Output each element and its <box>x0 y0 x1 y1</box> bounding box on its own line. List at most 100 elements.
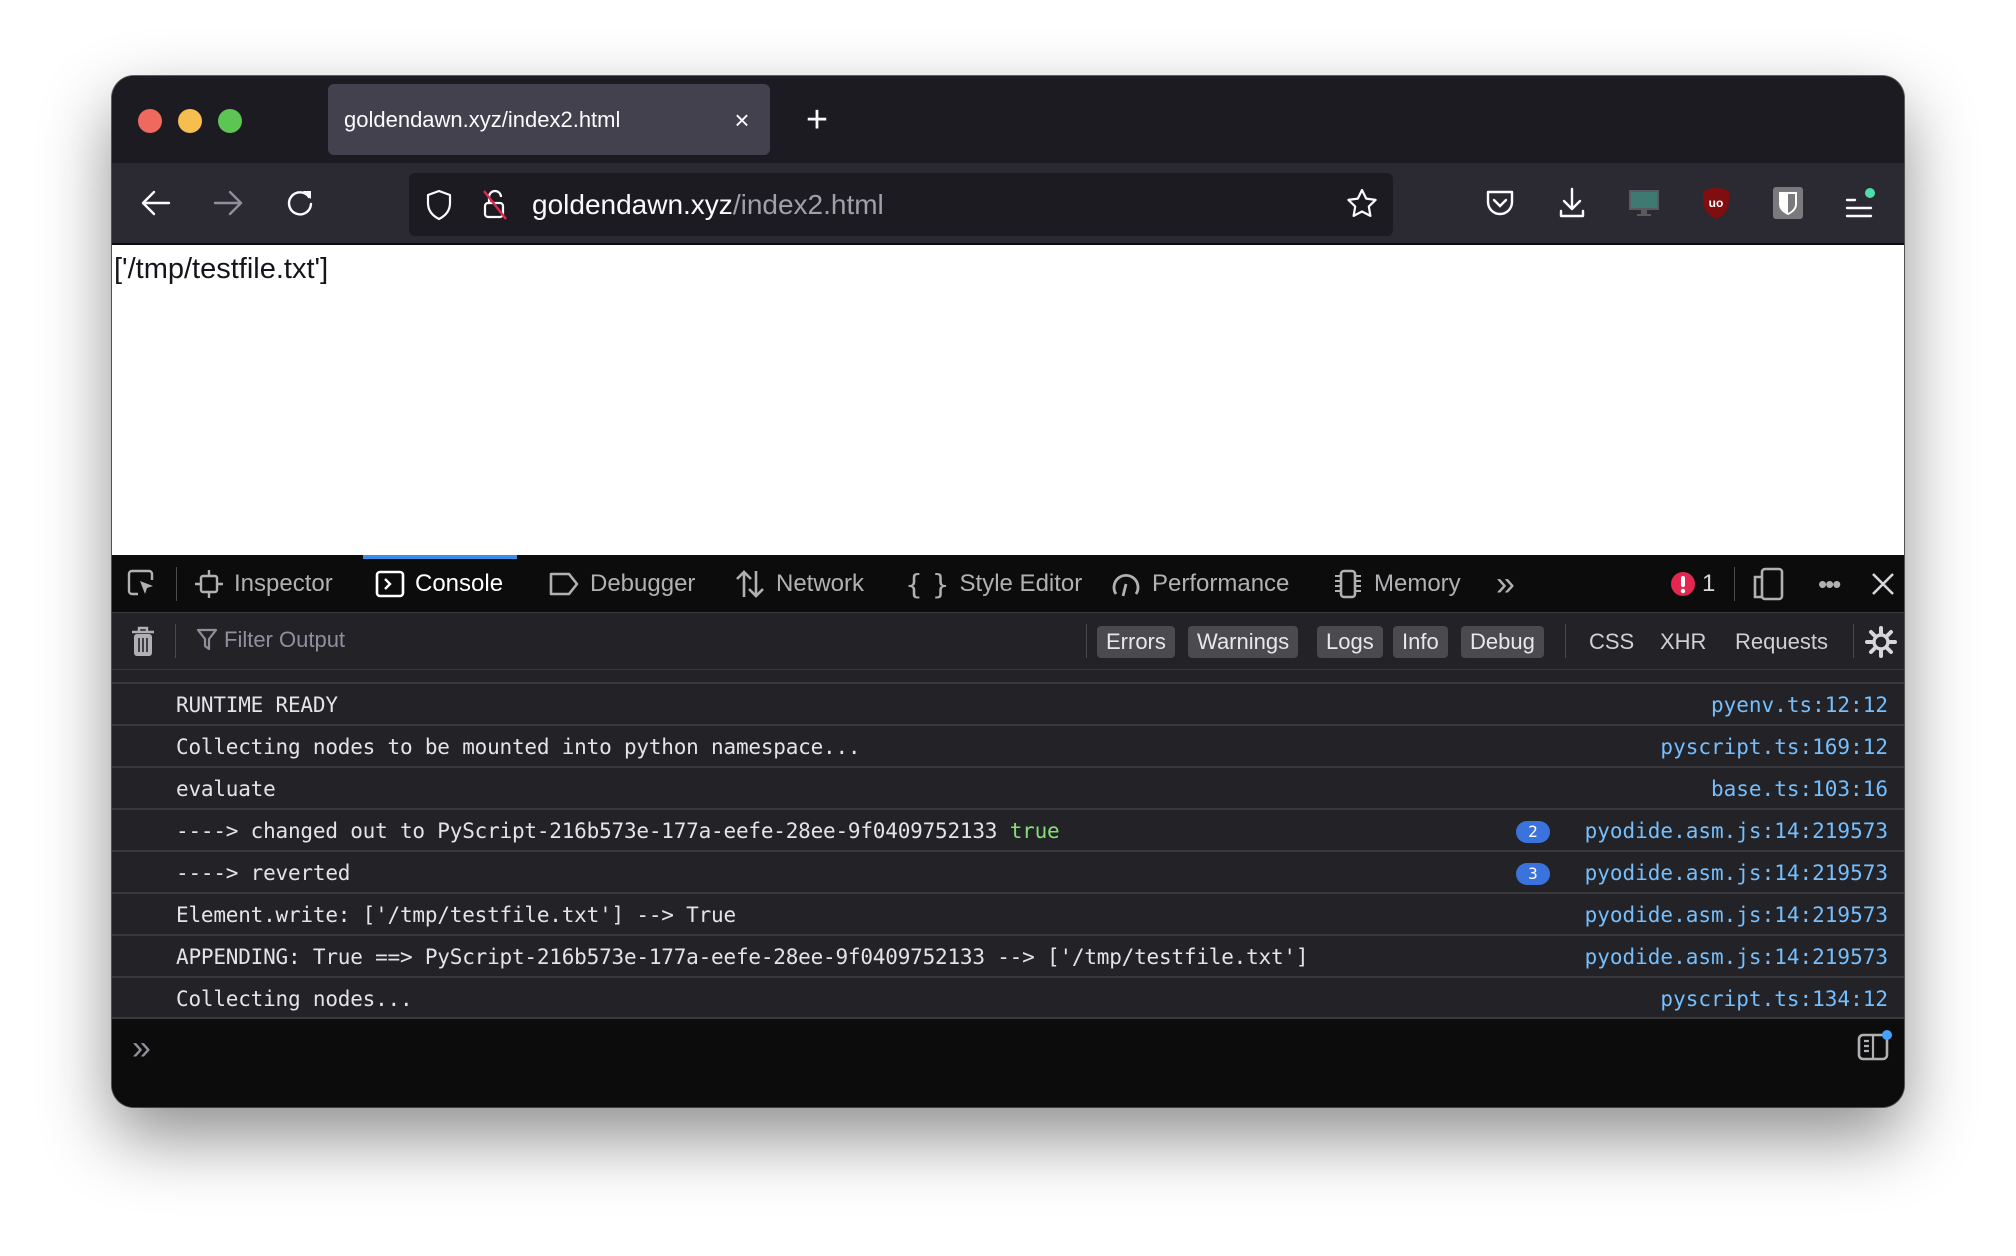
console-source-link[interactable]: pyodide.asm.js:14:219573 <box>1585 945 1888 969</box>
filter-info-toggle[interactable]: Info <box>1393 626 1448 658</box>
reload-icon <box>287 191 313 216</box>
filter-separator <box>1565 624 1566 658</box>
chevron-double-right-icon: » <box>1496 564 1515 603</box>
console-settings-gear-icon[interactable] <box>1864 625 1898 659</box>
inspector-icon <box>195 570 223 598</box>
console-message: Collecting nodes to be mounted into pyth… <box>176 735 861 759</box>
bookmark-star-icon[interactable] <box>1345 187 1379 221</box>
prompt-chevron-icon: » <box>132 1029 151 1067</box>
close-devtools-button[interactable] <box>1870 555 1896 613</box>
monitor-extension-button[interactable] <box>1624 183 1664 223</box>
more-options-icon: ••• <box>1818 568 1841 599</box>
close-window-button[interactable] <box>138 109 162 133</box>
element-picker-icon <box>127 569 154 596</box>
element-picker-button[interactable] <box>126 555 158 613</box>
console-source-link[interactable]: pyodide.asm.js:14:219573 <box>1585 819 1888 843</box>
tab-console[interactable]: Console <box>362 555 518 613</box>
console-row: ----> changed out to PyScript-216b573e-1… <box>112 810 1904 852</box>
app-menu-button[interactable] <box>1840 183 1880 223</box>
error-icon <box>1671 572 1695 596</box>
tab-label: Debugger <box>590 570 696 597</box>
new-tab-button[interactable]: + <box>795 98 839 142</box>
forward-button[interactable] <box>208 183 248 223</box>
console-source-link[interactable]: pyodide.asm.js:14:219573 <box>1585 861 1888 885</box>
console-icon <box>375 570 405 598</box>
bitwarden-button[interactable] <box>1768 183 1808 223</box>
console-row: Element.write: ['/tmp/testfile.txt'] -->… <box>112 894 1904 936</box>
filter-warnings-toggle[interactable]: Warnings <box>1188 626 1299 658</box>
console-message: evaluate <box>176 777 276 801</box>
back-button[interactable] <box>136 183 176 223</box>
filter-errors-toggle[interactable]: Errors <box>1097 626 1175 658</box>
filter-logs-toggle[interactable]: Logs <box>1317 626 1383 658</box>
console-source-link[interactable]: pyscript.ts:169:12 <box>1660 735 1888 759</box>
repeat-count-badge: 2 <box>1516 821 1550 843</box>
tab-debugger[interactable]: Debugger <box>548 555 695 613</box>
devtools-panel: Inspector Console Debugger Network { } S… <box>112 555 1904 1107</box>
boolean-value: true <box>1009 819 1060 843</box>
tab-label: Memory <box>1374 570 1461 597</box>
more-tabs-button[interactable]: » <box>1496 555 1515 613</box>
forward-arrow-icon <box>213 190 243 216</box>
console-message: APPENDING: True ==> PyScript-216b573e-17… <box>176 945 1309 969</box>
error-count: 1 <box>1702 570 1716 597</box>
tab-network[interactable]: Network <box>734 555 864 613</box>
tab-title: goldendawn.xyz/index2.html <box>344 106 621 132</box>
console-source-link[interactable]: pyenv.ts:12:12 <box>1711 693 1888 717</box>
bitwarden-icon <box>1773 187 1803 219</box>
close-icon <box>1872 573 1894 595</box>
tab-style-editor[interactable]: { } Style Editor <box>905 555 1082 613</box>
console-source-link[interactable]: base.ts:103:16 <box>1711 777 1888 801</box>
reload-button[interactable] <box>280 183 320 223</box>
tab-close-icon[interactable]: × <box>730 107 754 133</box>
tab-inspector[interactable]: Inspector <box>194 555 333 613</box>
zoom-window-button[interactable] <box>218 109 242 133</box>
tab-performance[interactable]: Performance <box>1110 555 1289 613</box>
error-count-button[interactable]: 1 <box>1670 555 1715 613</box>
filter-xhr-toggle[interactable]: XHR <box>1660 626 1706 658</box>
filter-output-input[interactable]: Filter Output <box>196 627 345 653</box>
shield-icon[interactable] <box>425 189 453 221</box>
tab-label: Console <box>415 570 504 597</box>
devtools-options-button[interactable]: ••• <box>1818 555 1841 613</box>
console-row: Collecting nodes... pyscript.ts:134:12 <box>112 978 1904 1017</box>
console-message: RUNTIME READY <box>176 693 338 717</box>
menu-icon <box>1845 188 1875 218</box>
console-row: evaluate base.ts:103:16 <box>112 768 1904 810</box>
console-message: ----> reverted <box>176 861 351 885</box>
url-bar[interactable]: goldendawn.xyz/index2.html <box>409 173 1393 236</box>
console-source-link[interactable]: pyscript.ts:134:12 <box>1660 987 1888 1011</box>
responsive-design-button[interactable] <box>1752 555 1784 613</box>
console-row-clipped <box>112 670 1904 684</box>
minimize-window-button[interactable] <box>178 109 202 133</box>
memory-icon <box>1335 569 1361 599</box>
network-icon <box>736 570 764 598</box>
ublock-button[interactable]: uo <box>1696 183 1736 223</box>
filter-css-toggle[interactable]: CSS <box>1589 626 1634 658</box>
console-message: Element.write: ['/tmp/testfile.txt'] -->… <box>176 903 736 927</box>
url-path: /index2.html <box>732 189 884 220</box>
console-source-link[interactable]: pyodide.asm.js:14:219573 <box>1585 903 1888 927</box>
tab-memory[interactable]: Memory <box>1332 555 1461 613</box>
clear-console-trash-icon[interactable] <box>130 626 156 658</box>
sidebar-toggle-icon[interactable] <box>1856 1029 1892 1063</box>
performance-icon <box>1112 573 1140 597</box>
download-icon <box>1559 187 1585 218</box>
devtools-tab-bar: Inspector Console Debugger Network { } S… <box>112 555 1904 613</box>
console-row: ----> reverted 3 pyodide.asm.js:14:21957… <box>112 852 1904 894</box>
console-input[interactable]: » <box>112 1017 1904 1107</box>
filter-debug-toggle[interactable]: Debug <box>1461 626 1544 658</box>
downloads-button[interactable] <box>1552 183 1592 223</box>
browser-tab[interactable]: goldendawn.xyz/index2.html × <box>328 84 770 155</box>
filter-funnel-icon <box>196 628 218 651</box>
message-text: ----> changed out to PyScript-216b573e-1… <box>176 819 998 843</box>
pocket-button[interactable] <box>1480 183 1520 223</box>
tab-label: Style Editor <box>959 570 1083 597</box>
filter-requests-toggle[interactable]: Requests <box>1735 626 1828 658</box>
url-text[interactable]: goldendawn.xyz/index2.html <box>532 189 884 221</box>
browser-window: goldendawn.xyz/index2.html × + goldendaw… <box>112 76 1904 1107</box>
insecure-lock-icon[interactable] <box>481 187 509 221</box>
console-message: Collecting nodes... <box>176 987 413 1011</box>
console-row: Collecting nodes to be mounted into pyth… <box>112 726 1904 768</box>
tab-separator <box>1734 567 1735 601</box>
